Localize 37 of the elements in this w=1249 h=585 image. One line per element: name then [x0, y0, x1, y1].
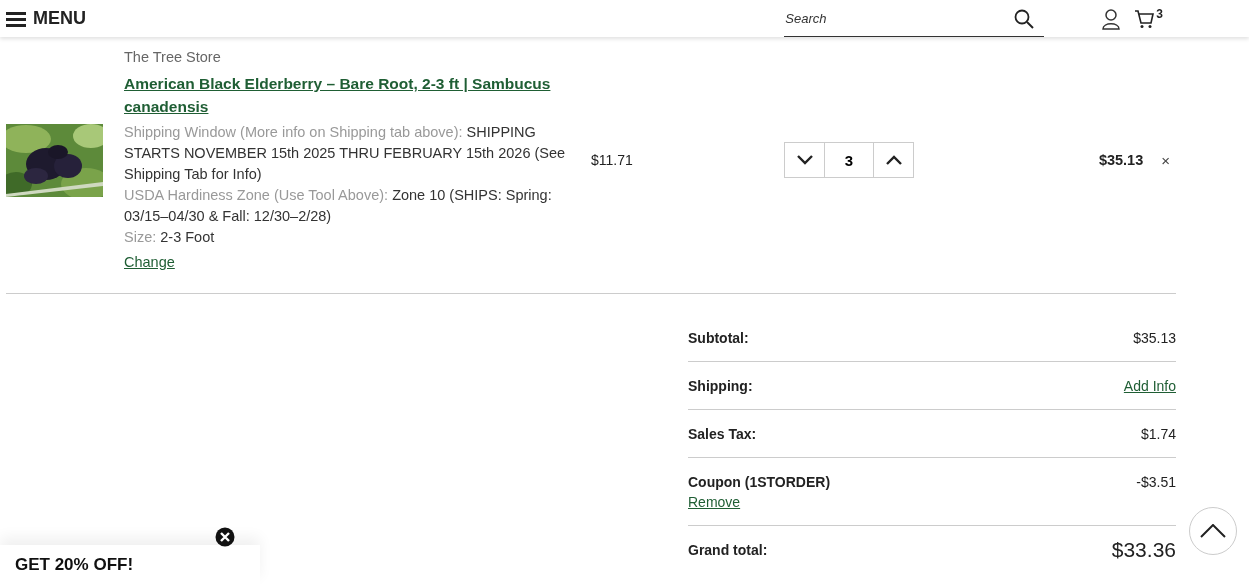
product-option: Shipping Window (More info on Shipping tab above): SHIPPING STARTS NOVEMBER 15th 2025 THRU FEBRUARY 15th 2026 (See Shipping Tab for Info) — [124, 122, 569, 185]
search-icon[interactable] — [1014, 8, 1035, 29]
account-icon[interactable] — [1101, 7, 1122, 30]
cart-icon[interactable] — [1134, 8, 1155, 29]
chevron-up-icon — [1200, 524, 1226, 538]
remove-coupon-link[interactable]: Remove — [688, 494, 831, 510]
summary-value: $35.13 — [1133, 330, 1176, 346]
summary-label: Sales Tax: — [688, 426, 757, 442]
grand-total-value: $33.36 — [1111, 538, 1176, 562]
summary-label: Subtotal: — [688, 330, 749, 346]
summary-value: $1.74 — [1140, 426, 1176, 442]
chevron-down-icon — [796, 155, 813, 165]
summary-value: -$3.51 — [1136, 474, 1176, 490]
chevron-up-icon — [885, 155, 902, 165]
unit-price: $11.71 — [591, 152, 634, 168]
promo-banner[interactable]: GET 20% OFF! — [0, 545, 260, 585]
summary-label: Coupon (1STORDER) — [688, 474, 831, 490]
menu-button[interactable]: MENU — [6, 8, 86, 29]
search-field[interactable]: Search — [784, 0, 1045, 37]
remove-item-button[interactable]: × — [1155, 151, 1176, 169]
change-link[interactable]: Change — [124, 252, 175, 273]
back-to-top-button[interactable] — [1189, 507, 1237, 555]
decrease-button[interactable] — [784, 142, 825, 178]
line-total: $35.13 — [1098, 152, 1144, 168]
cart-count: 3 — [1156, 6, 1163, 21]
menu-icon — [6, 10, 26, 27]
increase-button[interactable] — [873, 142, 914, 178]
quantity-field[interactable]: 3 — [825, 142, 873, 178]
summary-label: Grand total: — [688, 542, 768, 558]
product-option: Size: 2-3 Foot — [124, 227, 569, 248]
product-option: USDA Hardiness Zone (Use Tool Above): Zone 10 (SHIPS: Spring: 03/15–04/30 & Fall: 12/30–2/28) — [124, 185, 569, 227]
brand-name: The Tree Store — [124, 48, 222, 67]
product-title-link[interactable]: American Black Elderberry – Bare Root, 2-3 ft | Sambucus canadensis — [124, 72, 569, 118]
close-icon[interactable] — [215, 527, 235, 547]
add-info-link[interactable]: Add Info — [1123, 378, 1176, 394]
promo-text: GET 20% OFF! — [15, 555, 134, 575]
summary-label: Shipping: — [688, 378, 753, 394]
